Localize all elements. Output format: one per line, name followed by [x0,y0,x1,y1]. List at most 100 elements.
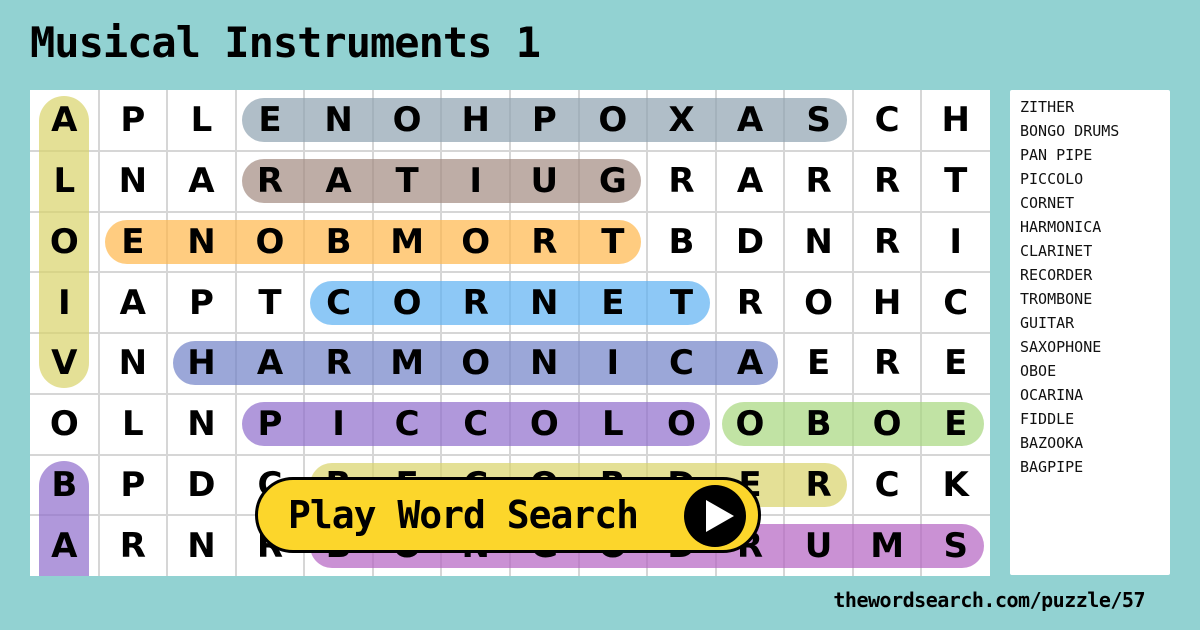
grid-cell[interactable]: H [853,272,922,333]
grid-cell[interactable]: R [99,515,168,576]
grid-cell[interactable]: L [167,90,236,151]
grid-cell[interactable]: H [441,90,510,151]
grid-cell[interactable]: V [30,333,99,394]
grid-cell[interactable]: M [373,212,442,273]
grid-cell[interactable]: O [784,272,853,333]
grid-cell[interactable]: N [510,272,579,333]
grid-cell[interactable]: I [441,151,510,212]
grid-cell[interactable]: S [784,90,853,151]
grid-cell[interactable]: R [236,151,305,212]
grid-cell[interactable]: T [921,151,990,212]
grid-cell[interactable]: B [30,455,99,516]
grid-cell[interactable]: A [304,151,373,212]
grid-cell[interactable]: I [304,394,373,455]
grid-cell[interactable]: O [853,394,922,455]
grid-cell[interactable]: P [99,90,168,151]
grid-cell[interactable]: M [373,333,442,394]
grid-cell[interactable]: T [236,272,305,333]
grid-cell[interactable]: L [99,394,168,455]
grid-cell[interactable]: E [99,212,168,273]
grid-cell[interactable]: A [236,333,305,394]
grid-cell[interactable]: O [236,212,305,273]
grid-cell[interactable]: P [167,272,236,333]
grid-cell[interactable]: B [647,212,716,273]
grid-cell[interactable]: O [579,90,648,151]
grid-cell[interactable]: N [784,212,853,273]
grid-cell[interactable]: R [853,151,922,212]
grid-cell[interactable]: S [921,515,990,576]
grid-cell[interactable]: C [921,272,990,333]
grid-cell[interactable]: I [921,212,990,273]
grid-cell[interactable]: A [716,90,785,151]
grid-cell[interactable]: G [579,151,648,212]
grid-cell[interactable]: O [30,212,99,273]
grid-cell[interactable]: P [510,90,579,151]
grid-cell[interactable]: C [441,394,510,455]
grid-cell[interactable]: O [716,394,785,455]
grid-cell[interactable]: R [784,455,853,516]
play-button-label: Play Word Search [288,493,639,537]
grid-cell[interactable]: L [30,151,99,212]
grid-cell[interactable]: E [236,90,305,151]
grid-cell[interactable]: N [510,333,579,394]
grid-cell[interactable]: R [441,272,510,333]
play-word-search-button[interactable]: Play Word Search [255,477,761,553]
grid-cell[interactable]: R [304,333,373,394]
grid-cell[interactable]: E [921,333,990,394]
grid-cell[interactable]: R [784,151,853,212]
grid-cell[interactable]: C [647,333,716,394]
grid-cell[interactable]: C [853,90,922,151]
grid-cell[interactable]: A [716,151,785,212]
grid-cell[interactable]: N [99,151,168,212]
grid-cell[interactable]: O [373,272,442,333]
grid-cell[interactable]: O [510,394,579,455]
grid-cell[interactable]: A [716,333,785,394]
grid-cell[interactable]: P [99,455,168,516]
grid-cell[interactable]: P [236,394,305,455]
grid-cell[interactable]: C [373,394,442,455]
grid-cell[interactable]: I [30,272,99,333]
grid-cell[interactable]: T [579,212,648,273]
grid-cell[interactable]: N [167,212,236,273]
grid-cell[interactable]: U [510,151,579,212]
grid-cell[interactable]: A [30,515,99,576]
grid-cell[interactable]: U [784,515,853,576]
grid-cell[interactable]: R [716,272,785,333]
grid-cell[interactable]: I [579,333,648,394]
grid-cell[interactable]: R [853,212,922,273]
grid-cell[interactable]: A [167,151,236,212]
grid-cell[interactable]: B [304,212,373,273]
grid-cell[interactable]: O [373,90,442,151]
grid-cell[interactable]: B [784,394,853,455]
grid-cell[interactable]: N [167,515,236,576]
grid-cell[interactable]: A [99,272,168,333]
grid-cell[interactable]: D [716,212,785,273]
grid-cell[interactable]: N [167,394,236,455]
grid-cell[interactable]: H [921,90,990,151]
grid-cell[interactable]: T [373,151,442,212]
grid-cell[interactable]: C [853,455,922,516]
grid-cell[interactable]: A [30,90,99,151]
grid-cell[interactable]: R [647,151,716,212]
site-url[interactable]: thewordsearch.com/puzzle/57 [833,588,1145,612]
grid-cell[interactable]: H [167,333,236,394]
grid-cell[interactable]: C [304,272,373,333]
grid-cell[interactable]: O [647,394,716,455]
grid-cell[interactable]: X [647,90,716,151]
grid-cell[interactable]: R [510,212,579,273]
grid-cell[interactable]: L [579,394,648,455]
grid-cell[interactable]: N [304,90,373,151]
grid-cell[interactable]: N [99,333,168,394]
play-icon [684,485,746,547]
grid-cell[interactable]: E [784,333,853,394]
grid-cell[interactable]: R [853,333,922,394]
grid-cell[interactable]: O [441,333,510,394]
grid-cell[interactable]: E [579,272,648,333]
grid-cell[interactable]: M [853,515,922,576]
grid-cell[interactable]: K [921,455,990,516]
grid-cell[interactable]: E [921,394,990,455]
grid-cell[interactable]: D [167,455,236,516]
grid-cell[interactable]: O [441,212,510,273]
grid-cell[interactable]: T [647,272,716,333]
grid-cell[interactable]: O [30,394,99,455]
